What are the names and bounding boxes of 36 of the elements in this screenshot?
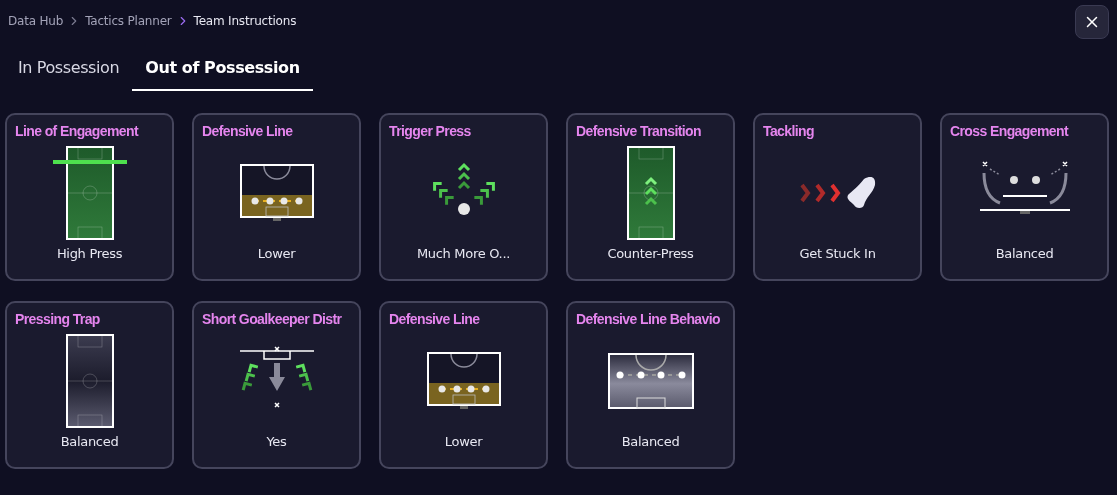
- breadcrumb-link[interactable]: Data Hub: [8, 14, 64, 28]
- instruction-card[interactable]: Defensive Transition Counter-Press: [566, 113, 735, 281]
- card-value: Balanced: [995, 246, 1054, 261]
- card-value: High Press: [56, 246, 123, 261]
- card-title: Short Goalkeeper Distr: [202, 311, 342, 327]
- card-title: Defensive Line: [389, 311, 480, 327]
- instruction-card[interactable]: Defensive Line Behavio Balanced: [566, 301, 735, 469]
- card-value: Balanced: [621, 434, 680, 449]
- card-title: Tackling: [763, 123, 814, 139]
- card-title: Trigger Press: [389, 123, 471, 139]
- instruction-card[interactable]: Defensive Line Lower: [192, 113, 361, 281]
- close-button[interactable]: [1075, 5, 1109, 39]
- card-value: Lower: [257, 246, 296, 261]
- card-title: Pressing Trap: [15, 311, 100, 327]
- instruction-card[interactable]: Line of Engagement High Press: [5, 113, 174, 281]
- card-title: Defensive Line Behavio: [576, 311, 720, 327]
- card-value: Counter-Press: [607, 246, 694, 261]
- instruction-card[interactable]: Trigger Press Much More O...: [379, 113, 548, 281]
- card-value: Lower: [444, 434, 483, 449]
- card-value: Much More O...: [416, 246, 511, 261]
- card-title: Line of Engagement: [15, 123, 138, 139]
- card-title: Defensive Line: [202, 123, 293, 139]
- breadcrumb-link[interactable]: Tactics Planner: [85, 14, 172, 28]
- instruction-card[interactable]: Defensive Line Lower: [379, 301, 548, 469]
- card-title: Cross Engagement: [950, 123, 1068, 139]
- card-title: Defensive Transition: [576, 123, 701, 139]
- card-value: Balanced: [60, 434, 119, 449]
- instruction-card[interactable]: Short Goalkeeper Distr Yes: [192, 301, 361, 469]
- card-value: Yes: [266, 434, 287, 449]
- instruction-card[interactable]: Tackling Get Stuck In: [753, 113, 922, 281]
- instruction-card[interactable]: Pressing Trap Balanced: [5, 301, 174, 469]
- instruction-card[interactable]: Cross Engagement Balanced: [940, 113, 1109, 281]
- tab[interactable]: Out of Possession: [132, 50, 313, 91]
- card-value: Get Stuck In: [799, 246, 876, 261]
- breadcrumb-link[interactable]: Team Instructions: [193, 14, 297, 28]
- tab[interactable]: In Possession: [5, 50, 133, 91]
